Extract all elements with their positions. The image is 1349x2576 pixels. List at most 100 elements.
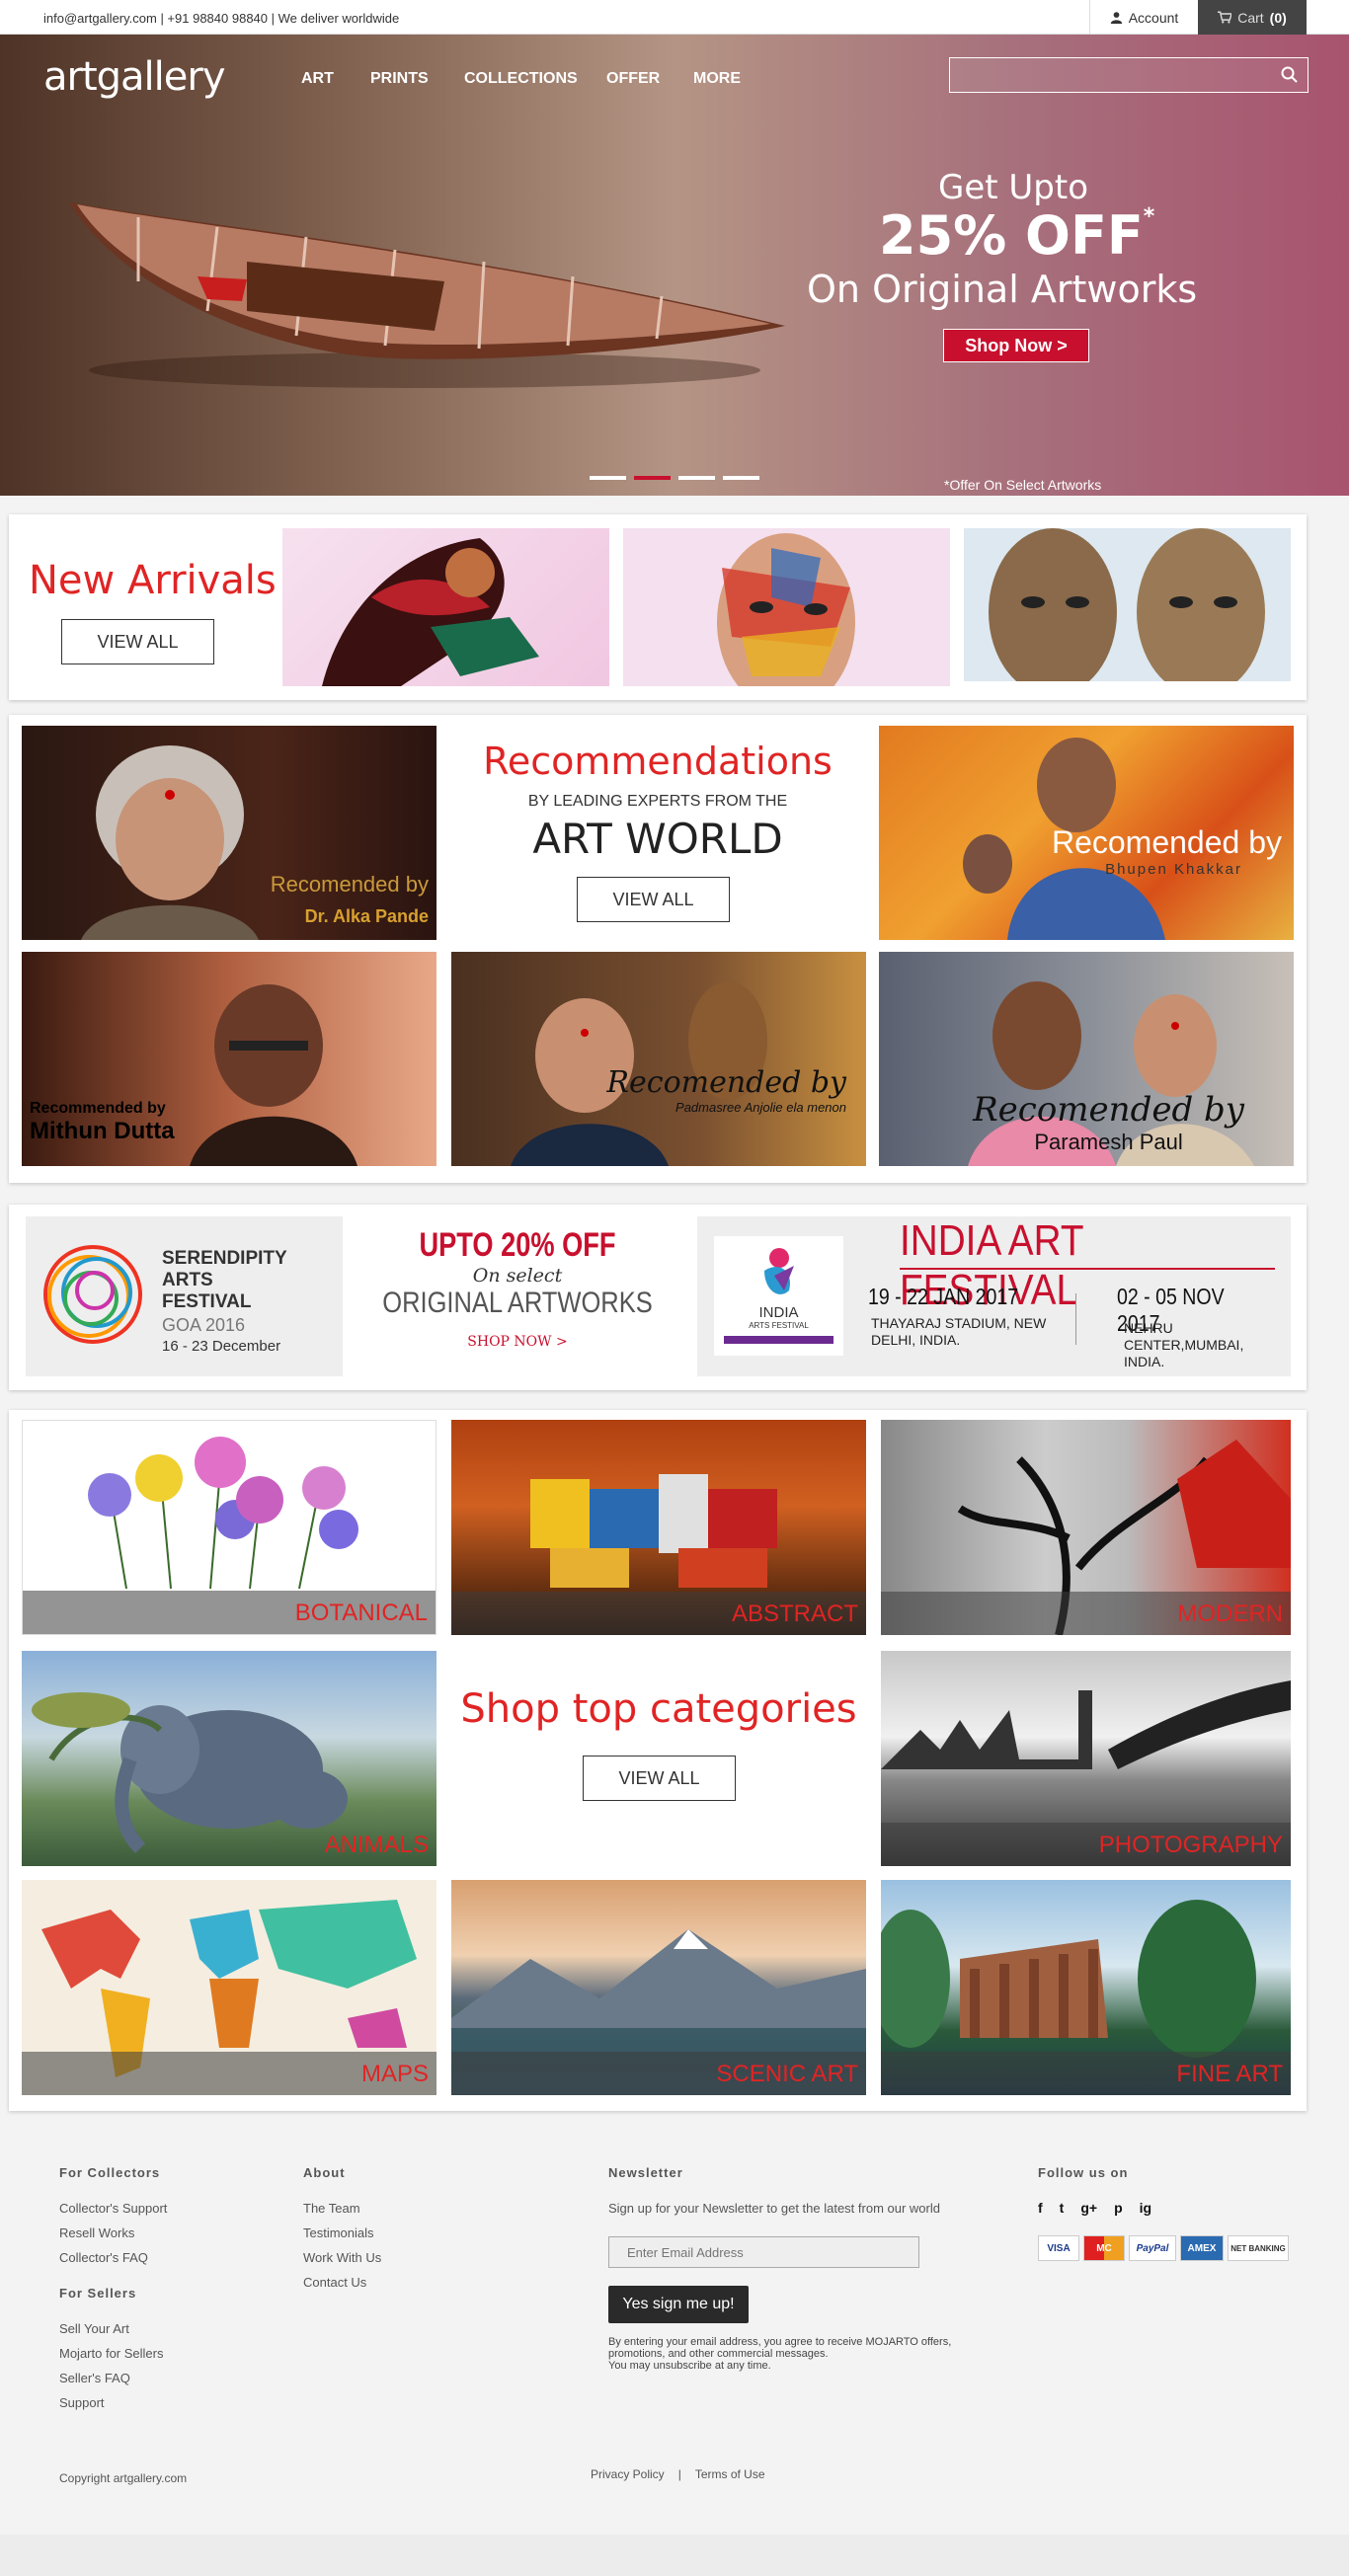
- recommendation-by-label: Recomended by: [1051, 824, 1282, 860]
- nav-collections[interactable]: COLLECTIONS: [464, 70, 578, 88]
- arrival-artwork-3[interactable]: [964, 528, 1291, 681]
- footer-link[interactable]: Collector's Support: [59, 2201, 167, 2216]
- serendipity-line2: ARTS: [162, 1270, 213, 1290]
- recommender-name: Mithun Dutta: [30, 1118, 175, 1144]
- facebook-icon[interactable]: f: [1038, 2200, 1043, 2216]
- category-fine-art[interactable]: FINE ART: [881, 1880, 1291, 2095]
- categories-view-all-button[interactable]: VIEW ALL: [583, 1756, 736, 1801]
- nav-more[interactable]: MORE: [693, 70, 741, 88]
- offer-original-artworks: ORIGINAL ARTWORKS: [382, 1287, 653, 1319]
- arrival-artwork-2[interactable]: [623, 528, 950, 686]
- cart-icon: [1218, 11, 1232, 24]
- amex-icon: AMEX: [1180, 2235, 1224, 2261]
- nav-prints[interactable]: PRINTS: [370, 70, 429, 88]
- category-modern[interactable]: MODERN: [881, 1420, 1291, 1635]
- contact-info: info@artgallery.com | +91 98840 98840 | …: [43, 11, 400, 26]
- google-plus-icon[interactable]: g+: [1080, 2200, 1097, 2216]
- slider-dot-3[interactable]: [678, 476, 715, 480]
- newsletter-email-input[interactable]: [608, 2236, 919, 2268]
- recommender-name: Padmasree Anjolie ela menon: [675, 1100, 846, 1115]
- recommendations-art-world: ART WORLD: [532, 815, 783, 863]
- nav-offer[interactable]: OFFER: [606, 70, 660, 88]
- category-label: MAPS: [360, 2061, 429, 2087]
- footer-link[interactable]: Work With Us: [303, 2250, 381, 2265]
- site-logo[interactable]: artgallery: [43, 54, 225, 100]
- search-icon[interactable]: [1280, 65, 1300, 85]
- category-label: ANIMALS: [324, 1832, 429, 1858]
- footer-follow: Follow us on f t g+ p ig VISA MC PayPal …: [1038, 2165, 1289, 2261]
- category-photography[interactable]: PHOTOGRAPHY: [881, 1651, 1291, 1866]
- footer-link[interactable]: Mojarto for Sellers: [59, 2346, 167, 2361]
- search-box[interactable]: [949, 57, 1309, 93]
- offer-shop-now-link[interactable]: SHOP NOW >: [355, 1334, 680, 1350]
- recommendation-tile-anjolie-ela-menon[interactable]: Recomended by Padmasree Anjolie ela meno…: [451, 952, 866, 1166]
- category-maps[interactable]: MAPS: [22, 1880, 436, 2095]
- recommender-name: Paramesh Paul: [1034, 1130, 1183, 1154]
- category-abstract[interactable]: ABSTRACT: [451, 1420, 866, 1635]
- category-botanical[interactable]: BOTANICAL: [22, 1420, 436, 1635]
- newsletter-heading: Newsletter: [608, 2165, 683, 2180]
- top-bar: info@artgallery.com | +91 98840 98840 | …: [0, 0, 1349, 35]
- category-label: BOTANICAL: [294, 1600, 428, 1626]
- recommendation-by-label: Recommended by: [30, 1100, 166, 1117]
- recommender-name: Bhupen Khakkar: [1105, 861, 1242, 878]
- category-label: ABSTRACT: [731, 1600, 858, 1627]
- category-label: MODERN: [1177, 1600, 1283, 1627]
- paypal-icon: PayPal: [1129, 2235, 1176, 2261]
- india-art-festival-banner[interactable]: INDIA ARTS FESTIVAL INDIA ART FESTIVAL 1…: [697, 1216, 1291, 1376]
- footer-collectors: For Collectors Collector's Support Resel…: [59, 2165, 167, 2410]
- new-arrivals-title: New Arrivals: [29, 558, 277, 603]
- privacy-policy-link[interactable]: Privacy Policy: [591, 2467, 665, 2481]
- account-label: Account: [1128, 9, 1179, 26]
- slider-dot-2[interactable]: [634, 476, 671, 480]
- cart-button[interactable]: Cart (0): [1198, 0, 1307, 35]
- instagram-icon[interactable]: ig: [1140, 2200, 1151, 2216]
- serendipity-banner[interactable]: SERENDIPITY ARTS FESTIVAL GOA 2016 16 - …: [26, 1216, 343, 1376]
- cart-label: Cart: [1237, 9, 1264, 26]
- pinterest-icon[interactable]: p: [1114, 2200, 1123, 2216]
- footer-link[interactable]: Sell Your Art: [59, 2321, 167, 2336]
- iaf-logo: INDIA ARTS FESTIVAL: [714, 1236, 843, 1356]
- follow-heading: Follow us on: [1038, 2165, 1129, 2180]
- footer-link[interactable]: Collector's FAQ: [59, 2250, 167, 2265]
- recommendation-tile-paramesh-paul[interactable]: Recomended by Paramesh Paul: [879, 952, 1294, 1166]
- footer-link[interactable]: Contact Us: [303, 2275, 381, 2290]
- recommendations-view-all-button[interactable]: VIEW ALL: [577, 877, 730, 922]
- footer-sellers-heading: For Sellers: [59, 2286, 137, 2301]
- recommendations-panel: Recomended by Dr. Alka Pande Recommendat…: [9, 715, 1307, 1183]
- promo-line3: On Original Artworks: [807, 268, 1198, 311]
- recommendation-tile-mithun-dutta[interactable]: Recommended by Mithun Dutta: [22, 952, 436, 1166]
- offer-on-select: On select: [472, 1265, 563, 1287]
- footer-link[interactable]: Seller's FAQ: [59, 2371, 167, 2385]
- shop-now-button[interactable]: Shop Now >: [943, 329, 1089, 362]
- newsletter-signup-button[interactable]: Yes sign me up!: [608, 2286, 749, 2323]
- recommendation-tile-alka-pande[interactable]: Recomended by Dr. Alka Pande: [22, 726, 436, 940]
- recommendations-subtitle: BY LEADING EXPERTS FROM THE: [527, 793, 788, 810]
- newsletter-disclaimer-1: By entering your email address, you agre…: [608, 2336, 952, 2348]
- promo-line1: Get Upto: [938, 168, 1089, 207]
- arrival-artwork-1[interactable]: [282, 528, 609, 686]
- footer-link[interactable]: Testimonials: [303, 2225, 381, 2240]
- new-arrivals-panel: New Arrivals VIEW ALL: [9, 514, 1307, 700]
- iaf-venue-mumbai: NEHRU CENTER,MUMBAI, INDIA.: [1124, 1320, 1244, 1369]
- category-scenic-art[interactable]: SCENIC ART: [451, 1880, 866, 2095]
- promo-discount: 25% OFF: [879, 204, 1144, 267]
- serendipity-logo: [43, 1245, 142, 1344]
- terms-of-use-link[interactable]: Terms of Use: [695, 2467, 765, 2481]
- copyright: Copyright artgallery.com: [59, 2471, 188, 2485]
- recommendation-by-label: Recomended by: [606, 1065, 846, 1100]
- slider-dot-1[interactable]: [590, 476, 626, 480]
- offer-banner[interactable]: UPTO 20% OFF On select ORIGINAL ARTWORKS…: [355, 1226, 680, 1350]
- recommendation-tile-bhupen-khakkar[interactable]: Recomended by Bhupen Khakkar: [879, 726, 1294, 940]
- slider-dot-4[interactable]: [723, 476, 759, 480]
- footer-link[interactable]: The Team: [303, 2201, 381, 2216]
- cart-count: (0): [1269, 9, 1287, 26]
- nav-art[interactable]: ART: [301, 70, 334, 88]
- twitter-icon[interactable]: t: [1060, 2200, 1065, 2216]
- category-animals[interactable]: ANIMALS: [22, 1651, 436, 1866]
- new-arrivals-view-all-button[interactable]: VIEW ALL: [61, 619, 214, 664]
- footer-link[interactable]: Support: [59, 2395, 167, 2410]
- account-button[interactable]: Account: [1089, 0, 1198, 35]
- footer-link[interactable]: Resell Works: [59, 2225, 167, 2240]
- iaf-date-delhi: 19 - 22 JAN 2017: [868, 1284, 1019, 1309]
